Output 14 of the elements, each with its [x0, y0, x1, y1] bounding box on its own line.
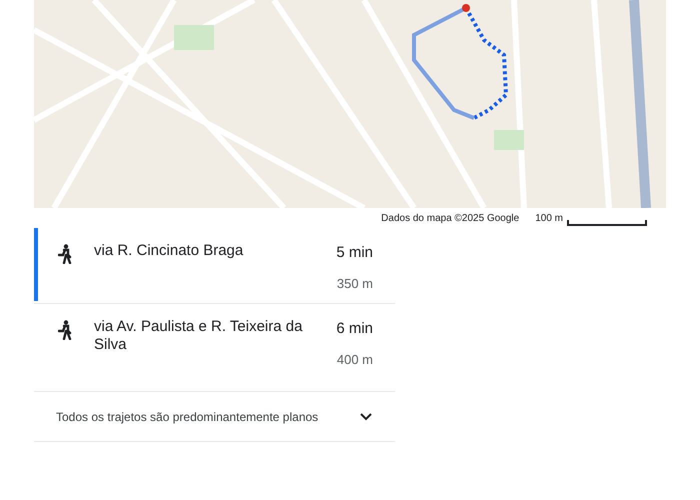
route-option[interactable]: via Av. Paulista e R. Teixeira da Silva 6 min 400 m — [34, 304, 395, 392]
route-duration: 6 min — [336, 319, 373, 339]
walking-person-icon — [58, 320, 72, 340]
route-distance: 400 m — [336, 350, 373, 368]
flat-routes-toggle[interactable]: Todos os trajetos são predominantemente planos — [34, 392, 395, 442]
chevron-icon — [359, 411, 373, 422]
route-distance: 350 m — [336, 274, 373, 292]
route-duration: 5 min — [336, 243, 373, 263]
route-name: via R. Cincinato Braga — [93, 242, 244, 261]
walking-person-icon — [58, 244, 72, 264]
route-option[interactable]: via R. Cincinato Braga 5 min 350 m — [34, 228, 395, 304]
map-attribution: Dados do mapa ©2025 Google — [381, 212, 520, 226]
scale-label: 100 m — [535, 212, 563, 226]
route-name: via Av. Paulista e R. Teixeira da Silva — [93, 318, 304, 355]
